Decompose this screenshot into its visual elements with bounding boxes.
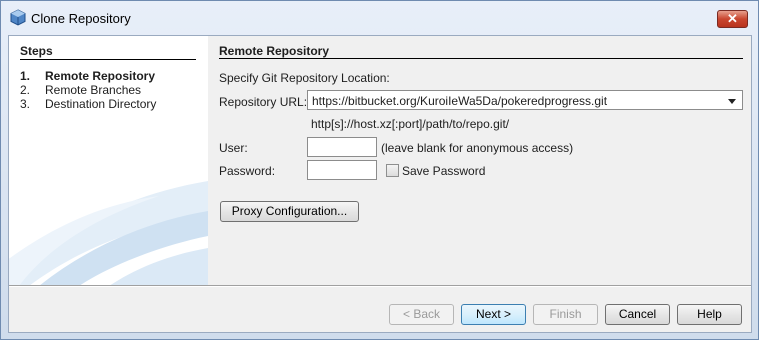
user-label: User: bbox=[219, 141, 248, 155]
dropdown-arrow-icon[interactable] bbox=[728, 99, 736, 104]
save-password-label[interactable]: Save Password bbox=[402, 164, 485, 178]
cancel-button[interactable]: Cancel bbox=[605, 304, 670, 325]
save-password-checkbox[interactable] bbox=[386, 164, 399, 177]
step-destination-directory: 3. Destination Directory bbox=[20, 97, 156, 111]
button-bar-separator-highlight bbox=[9, 286, 751, 287]
repository-url-value[interactable]: https://bitbucket.org/KuroiIeWa5Da/poker… bbox=[312, 94, 607, 108]
title-bar[interactable]: Clone Repository ✕ bbox=[1, 1, 758, 35]
window-title: Clone Repository bbox=[31, 11, 131, 26]
panel-divider bbox=[219, 58, 743, 59]
proxy-configuration-button[interactable]: Proxy Configuration... bbox=[220, 201, 359, 222]
cube-icon bbox=[10, 9, 26, 26]
password-field[interactable] bbox=[307, 160, 377, 180]
password-label: Password: bbox=[219, 164, 276, 178]
repository-url-label: Repository URL: bbox=[219, 95, 308, 109]
steps-panel: Steps 1. Remote Repository 2. Remote Branc… bbox=[9, 36, 208, 285]
url-format-hint: http[s]://host.xz[:port]/path/to/repo.gi… bbox=[311, 117, 510, 131]
user-field[interactable] bbox=[307, 137, 377, 157]
dialog-body: Steps 1. Remote Repository 2. Remote Branc… bbox=[8, 35, 752, 333]
clone-repository-dialog: Clone Repository ✕ Steps 1. Remote Reposi… bbox=[0, 0, 759, 340]
steps-divider bbox=[20, 59, 196, 60]
step-number: 1. bbox=[20, 69, 31, 83]
finish-button[interactable]: Finish bbox=[533, 304, 598, 325]
repository-url-combobox[interactable]: https://bitbucket.org/KuroiIeWa5Da/poker… bbox=[307, 90, 743, 110]
user-hint: (leave blank for anonymous access) bbox=[381, 141, 574, 155]
step-remote-branches: 2. Remote Branches bbox=[20, 83, 141, 97]
back-button[interactable]: < Back bbox=[389, 304, 454, 325]
location-label: Specify Git Repository Location: bbox=[219, 71, 390, 85]
step-label: Destination Directory bbox=[45, 97, 157, 111]
panel-title: Remote Repository bbox=[219, 44, 330, 58]
close-button[interactable]: ✕ bbox=[717, 10, 748, 28]
step-label: Remote Repository bbox=[45, 69, 156, 83]
step-remote-repository: 1. Remote Repository bbox=[20, 69, 155, 83]
next-button[interactable]: Next > bbox=[461, 304, 526, 325]
help-button[interactable]: Help bbox=[677, 304, 742, 325]
step-number: 3. bbox=[20, 97, 31, 111]
step-label: Remote Branches bbox=[45, 83, 142, 97]
remote-repository-panel: Remote Repository Specify Git Repository… bbox=[218, 36, 752, 285]
decorative-swoosh bbox=[9, 181, 208, 285]
steps-title: Steps bbox=[20, 44, 53, 58]
step-number: 2. bbox=[20, 83, 31, 97]
